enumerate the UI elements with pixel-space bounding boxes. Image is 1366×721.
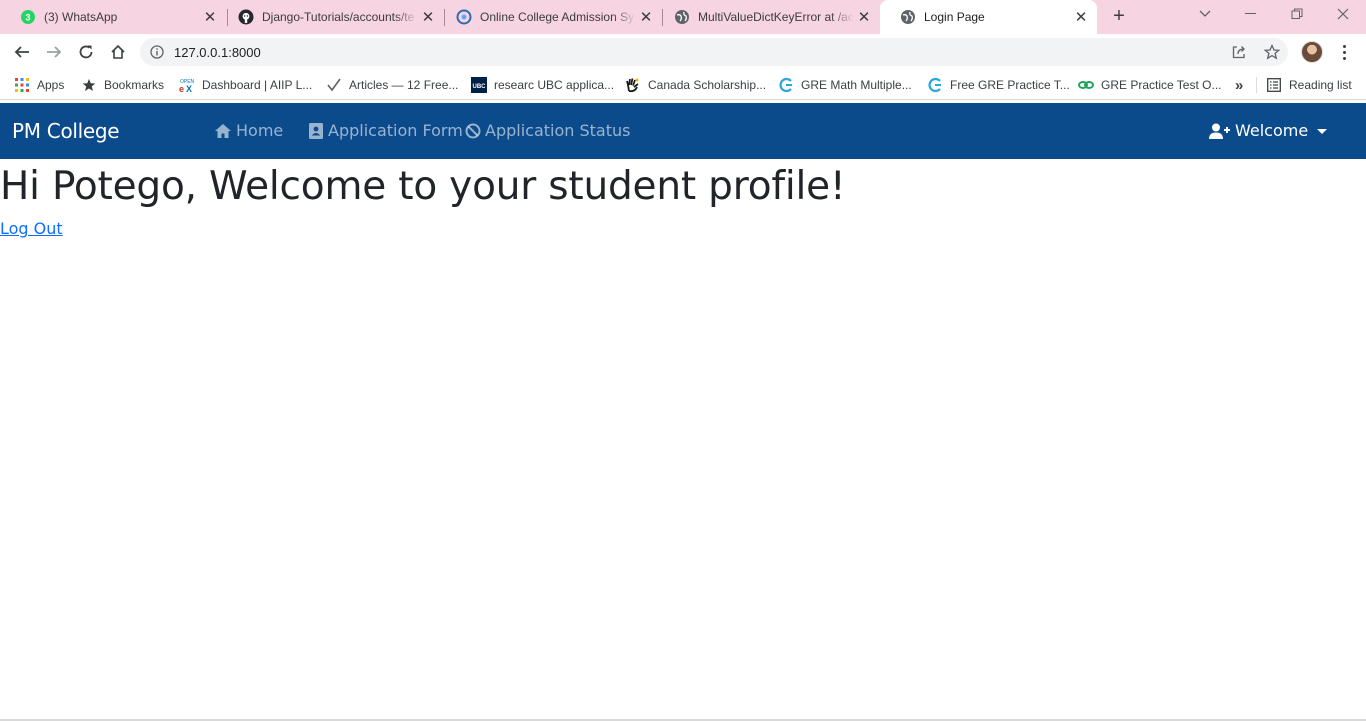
tab-multivaluedict-error[interactable]: MultiValueDictKeyError at /ac ✕ bbox=[654, 0, 880, 34]
bookmarks-bar: Apps Bookmarks OPEN e X Dashboard | AIIP L… bbox=[0, 70, 1366, 100]
star-icon bbox=[81, 77, 97, 93]
bookmarks-overflow-button[interactable]: » bbox=[1235, 76, 1243, 94]
svg-text:X: X bbox=[186, 84, 192, 93]
globe-icon bbox=[900, 9, 916, 25]
apps-grid-icon bbox=[14, 77, 30, 93]
nav-application-status-link[interactable]: Application Status bbox=[464, 121, 630, 140]
forward-button[interactable] bbox=[42, 40, 66, 64]
ban-icon bbox=[464, 122, 481, 140]
minimize-button[interactable] bbox=[1239, 4, 1263, 24]
bookmark-star-icon[interactable] bbox=[1262, 42, 1282, 62]
browser-toolbar: 127.0.0.1:8000 bbox=[0, 34, 1366, 70]
welcome-dropdown[interactable]: Welcome bbox=[1209, 121, 1328, 140]
tab-strip: 3 (3) WhatsApp ✕ Django-Tutorials/accoun… bbox=[0, 0, 1366, 34]
tab-search-icon[interactable] bbox=[1193, 4, 1217, 24]
nav-home-label: Home bbox=[236, 121, 284, 140]
nav-application-form-link[interactable]: Application Form bbox=[308, 121, 463, 140]
bookmark-label: Bookmarks bbox=[104, 78, 165, 92]
nav-application-form-label: Application Form bbox=[328, 121, 463, 140]
bookmark-articles[interactable]: Articles — 12 Free... bbox=[326, 76, 458, 94]
logout-link[interactable]: Log Out bbox=[0, 219, 63, 238]
welcome-label: Welcome bbox=[1235, 121, 1309, 140]
bookmark-canada-scholarship[interactable]: Canada Scholarship... bbox=[625, 76, 766, 94]
restore-button[interactable] bbox=[1285, 4, 1309, 24]
url-text[interactable]: 127.0.0.1:8000 bbox=[174, 45, 261, 60]
tab-login-page[interactable]: Login Page ✕ bbox=[880, 0, 1097, 34]
bookmark-free-gre[interactable]: Free GRE Practice T... bbox=[927, 76, 1070, 94]
new-tab-button[interactable]: + bbox=[1108, 6, 1130, 28]
bookmark-bookmarks[interactable]: Bookmarks bbox=[81, 76, 164, 94]
openedx-icon: OPEN e X bbox=[179, 77, 195, 93]
close-window-button[interactable] bbox=[1331, 4, 1355, 24]
browser-menu-icon[interactable] bbox=[1336, 40, 1352, 64]
site-info-icon[interactable] bbox=[150, 45, 164, 59]
gre-icon bbox=[778, 77, 794, 93]
site-navbar: PM College Home Application Form Applica… bbox=[0, 103, 1366, 159]
hand-icon bbox=[625, 77, 641, 93]
user-plus-icon bbox=[1209, 122, 1231, 140]
back-button[interactable] bbox=[10, 40, 34, 64]
close-tab-icon[interactable]: ✕ bbox=[854, 7, 874, 27]
bookmark-label: GRE Practice Test O... bbox=[1101, 78, 1222, 92]
share-icon[interactable] bbox=[1229, 42, 1249, 62]
home-button[interactable] bbox=[106, 40, 130, 64]
nav-application-status-label: Application Status bbox=[485, 121, 631, 140]
tab-online-college[interactable]: Online College Admission Sy ✕ bbox=[436, 0, 662, 34]
dropdown-caret-icon bbox=[1317, 129, 1328, 134]
tab-github[interactable]: Django-Tutorials/accounts/te ✕ bbox=[218, 0, 444, 34]
tab-title: Django-Tutorials/accounts/te bbox=[262, 10, 415, 24]
bookmark-label: GRE Math Multiple... bbox=[801, 78, 912, 92]
close-tab-icon[interactable]: ✕ bbox=[636, 7, 656, 27]
svg-text:UBC: UBC bbox=[473, 84, 487, 90]
tab-title: Online College Admission Sy bbox=[480, 10, 635, 24]
reading-list-button[interactable]: Reading list bbox=[1266, 76, 1352, 94]
green-link-icon bbox=[1078, 77, 1094, 93]
page-heading: Hi Potego, Welcome to your student profi… bbox=[0, 164, 846, 209]
bookmark-dashboard-aiip[interactable]: OPEN e X Dashboard | AIIP L... bbox=[179, 76, 312, 94]
close-tab-icon[interactable]: ✕ bbox=[1071, 7, 1091, 27]
svg-text:3: 3 bbox=[25, 13, 30, 23]
tab-title: MultiValueDictKeyError at /ac bbox=[698, 10, 854, 24]
bookmark-label: researc UBC applica... bbox=[494, 78, 615, 92]
bookmark-label: Dashboard | AIIP L... bbox=[202, 78, 313, 92]
bookmark-label: Articles — 12 Free... bbox=[349, 78, 459, 92]
reading-list-label: Reading list bbox=[1289, 78, 1352, 92]
close-tab-icon[interactable]: ✕ bbox=[418, 7, 438, 27]
whatsapp-icon: 3 bbox=[20, 9, 36, 25]
bookmark-apps[interactable]: Apps bbox=[14, 76, 64, 94]
address-bar[interactable]: 127.0.0.1:8000 bbox=[140, 38, 1288, 66]
tab-title: (3) WhatsApp bbox=[44, 10, 118, 24]
bookmark-label: Free GRE Practice T... bbox=[950, 78, 1070, 92]
tab-whatsapp[interactable]: 3 (3) WhatsApp ✕ bbox=[0, 0, 226, 34]
profile-avatar[interactable] bbox=[1301, 41, 1323, 63]
bookmark-label: Canada Scholarship... bbox=[648, 78, 767, 92]
tab-title: Login Page bbox=[924, 10, 985, 24]
bookmark-research-ubc[interactable]: UBC researc UBC applica... bbox=[471, 76, 614, 94]
globe-icon bbox=[674, 9, 690, 25]
site-icon bbox=[456, 9, 472, 25]
reload-button[interactable] bbox=[74, 40, 98, 64]
bookmark-gre-practice-test[interactable]: GRE Practice Test O... bbox=[1078, 76, 1221, 94]
checkmark-icon bbox=[326, 77, 342, 93]
svg-text:e: e bbox=[179, 84, 184, 93]
bookmark-gre-math[interactable]: GRE Math Multiple... bbox=[778, 76, 912, 94]
reading-list-icon bbox=[1266, 77, 1282, 93]
ubc-icon: UBC bbox=[471, 77, 487, 93]
bookmark-label: Apps bbox=[37, 78, 65, 92]
close-tab-icon[interactable]: ✕ bbox=[200, 7, 220, 27]
home-icon bbox=[214, 122, 232, 140]
nav-home-link[interactable]: Home bbox=[214, 121, 283, 140]
gre-icon bbox=[927, 77, 943, 93]
id-card-icon bbox=[308, 122, 324, 140]
brand-link[interactable]: PM College bbox=[12, 119, 120, 143]
github-icon bbox=[238, 9, 254, 25]
